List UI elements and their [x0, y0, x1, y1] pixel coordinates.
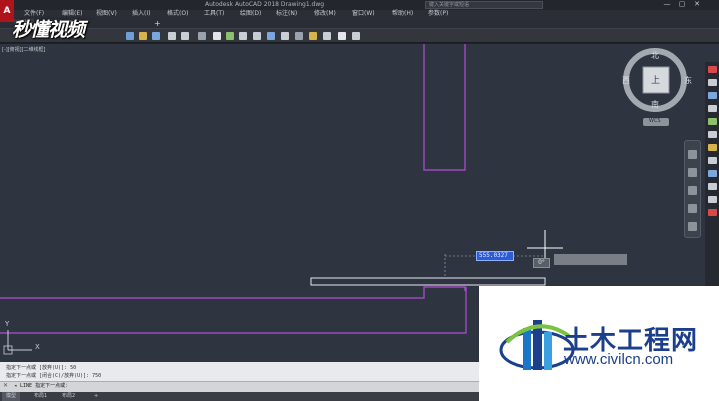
command-close-icon[interactable]: ✕ [3, 382, 8, 389]
viewcube-top-label[interactable]: 上 [651, 73, 660, 86]
viewcube-south[interactable]: 南 [651, 99, 659, 110]
menu-view[interactable]: 视图(V) [96, 10, 117, 18]
properties-icon[interactable] [253, 32, 261, 40]
erase-tool-icon[interactable] [708, 66, 717, 73]
magenta-polyline-lower [0, 286, 466, 299]
menu-dimension[interactable]: 标注(N) [276, 10, 297, 18]
maximize-button[interactable]: ▢ [675, 0, 689, 9]
pan-icon[interactable] [198, 32, 206, 40]
civilcn-url: www.civilcn.com [564, 351, 674, 368]
viewport-controls-label[interactable]: [-][俯视][二维线框] [2, 46, 46, 53]
new-icon[interactable] [126, 32, 134, 40]
pan-nav-icon[interactable] [688, 168, 697, 177]
move-tool-icon[interactable] [708, 131, 717, 138]
orbit-nav-icon[interactable] [688, 204, 697, 213]
magenta-polyline-outer [0, 287, 467, 334]
tool-icon[interactable] [352, 32, 360, 40]
save-icon[interactable] [152, 32, 160, 40]
menu-insert[interactable]: 插入(I) [132, 10, 150, 18]
magenta-polyline-upper [423, 44, 466, 171]
zoom-previous-icon[interactable] [239, 32, 247, 40]
offset-tool-icon[interactable] [708, 105, 717, 112]
sheet-set-icon[interactable] [295, 32, 303, 40]
tool-palette-icon[interactable] [281, 32, 289, 40]
zoom-nav-icon[interactable] [688, 186, 697, 195]
command-history-line-2: 指定下一点或 [闭合(C)/放弃(U)]: 750 [6, 373, 102, 379]
steering-wheel-icon[interactable] [688, 150, 697, 159]
mirror-tool-icon[interactable] [708, 92, 717, 99]
menu-help[interactable]: 帮助(H) [392, 10, 413, 18]
length-dynamic-input[interactable]: 555.0327 [476, 251, 514, 261]
ucs-y-label: Y [5, 320, 10, 328]
new-tab-button[interactable]: + [150, 19, 161, 29]
search-input[interactable]: 键入关键字或短语 [425, 1, 543, 9]
viewcube-north[interactable]: 北 [651, 50, 659, 61]
menu-format[interactable]: 格式(O) [167, 10, 188, 18]
open-icon[interactable] [139, 32, 147, 40]
angle-dynamic-input[interactable]: 0° [533, 258, 550, 268]
break-tool-icon[interactable] [708, 209, 717, 216]
showmotion-icon[interactable] [688, 222, 697, 231]
copy-tool-icon[interactable] [708, 79, 717, 86]
markup-icon[interactable] [309, 32, 317, 40]
scale-tool-icon[interactable] [708, 157, 717, 164]
menu-window[interactable]: 窗口(W) [352, 10, 375, 18]
minimize-button[interactable]: — [660, 0, 674, 9]
viewcube-west[interactable]: 西 [622, 75, 630, 86]
yidong-video-watermark: 秒懂视频 [12, 19, 85, 41]
line-in-progress [310, 277, 546, 286]
calc-icon[interactable] [323, 32, 331, 40]
menu-modify[interactable]: 修改(M) [314, 10, 336, 18]
zoom-icon[interactable] [213, 32, 221, 40]
zoom-window-icon[interactable] [226, 32, 234, 40]
title-bar [0, 0, 719, 10]
tab-model[interactable]: 模型 [2, 392, 21, 401]
rotate-tool-icon[interactable] [708, 144, 717, 151]
menu-draw[interactable]: 绘图(D) [240, 10, 261, 18]
close-button[interactable]: ✕ [690, 0, 704, 9]
extend-tool-icon[interactable] [708, 196, 717, 203]
viewcube-east[interactable]: 东 [684, 75, 692, 86]
window-title: Autodesk AutoCAD 2018 Drawing1.dwg [205, 1, 325, 8]
tab-layout1[interactable]: 布局1 [30, 392, 51, 401]
redo-icon[interactable] [181, 32, 189, 40]
add-layout-button[interactable]: + [90, 392, 102, 401]
wcs-label[interactable]: WCS [649, 118, 661, 124]
array-tool-icon[interactable] [708, 118, 717, 125]
menu-tools[interactable]: 工具(T) [204, 10, 224, 18]
menu-parametric[interactable]: 参数(P) [428, 10, 448, 18]
stretch-tool-icon[interactable] [708, 170, 717, 177]
undo-icon[interactable] [168, 32, 176, 40]
ucs-x-label: X [35, 343, 40, 351]
document-tab-bar [0, 18, 719, 29]
tab-layout2[interactable]: 布局2 [58, 392, 79, 401]
help-icon[interactable] [338, 32, 346, 40]
command-prompt[interactable]: ◂ LINE 指定下一点或： [14, 382, 70, 391]
command-history-line-1: 指定下一点或 [放弃(U)]: 50 [6, 365, 77, 371]
design-center-icon[interactable] [267, 32, 275, 40]
trim-tool-icon[interactable] [708, 183, 717, 190]
dynamic-tooltip [554, 254, 627, 265]
